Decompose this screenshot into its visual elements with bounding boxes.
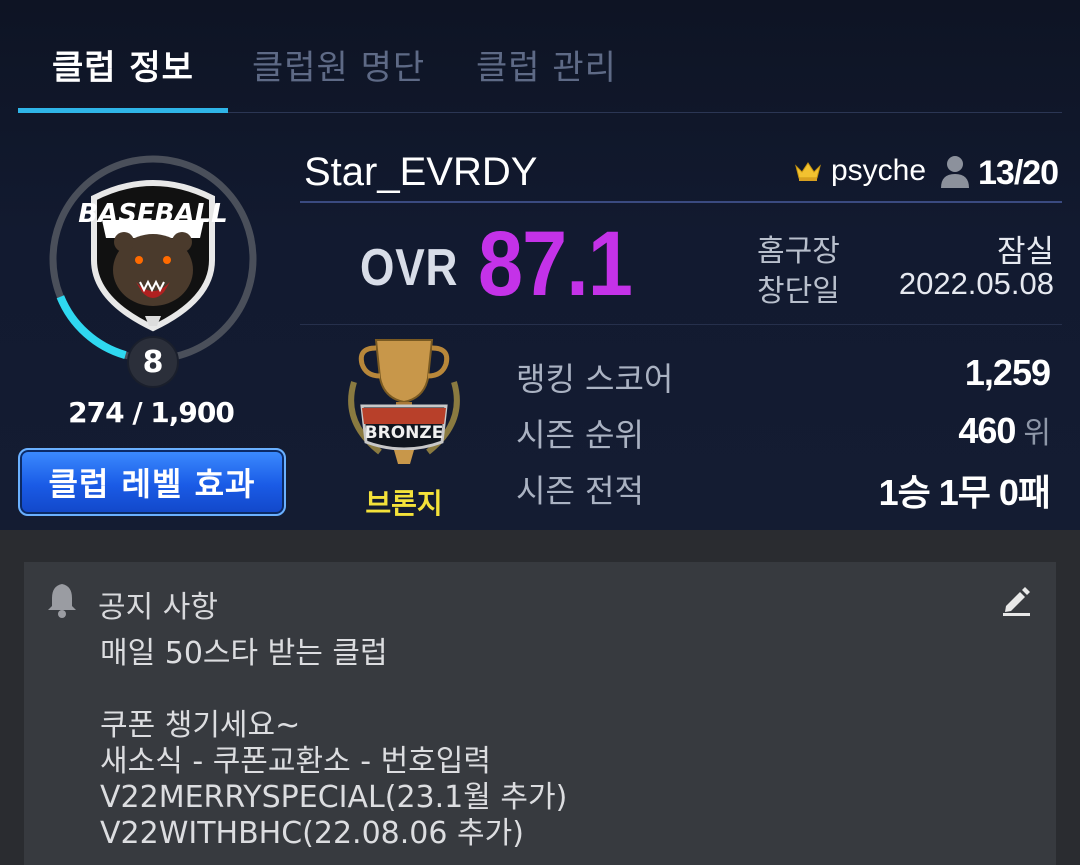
season-rank-value: 460 위 <box>958 408 1051 452</box>
club-master-name: psyche <box>831 154 927 187</box>
ranking-score-number: 1,259 <box>964 352 1051 393</box>
tier-badge-text: BRONZE <box>365 423 444 443</box>
home-stadium-label: 홈구장 <box>757 234 840 269</box>
emblem-text: BASEBALL <box>78 199 228 229</box>
season-record-text: 1승 1무 0패 <box>878 472 1051 513</box>
season-rank-unit: 위 <box>1023 417 1051 450</box>
bronze-trophy: BRONZE <box>348 339 460 464</box>
notice-line: 새소식 - 쿠폰교환소 - 번호입력 <box>100 744 491 779</box>
club-level-badge: 8 <box>127 336 179 388</box>
tab-member-list[interactable]: 클럽원 명단 <box>252 40 425 89</box>
name-divider <box>300 201 1062 203</box>
tab-club-management[interactable]: 클럽 관리 <box>476 40 617 89</box>
member-count: 13/20 <box>978 154 1059 192</box>
stats-divider <box>300 324 1062 325</box>
club-emblem: BASEBALL <box>78 180 228 332</box>
home-stadium-value: 잠실 <box>996 234 1054 269</box>
notice-body: 매일 50스타 받는 클럽 쿠폰 챙기세요~ 새소식 - 쿠폰교환소 - 번호입… <box>100 636 1000 852</box>
person-icon <box>941 156 969 188</box>
season-record-label: 시즌 전적 <box>516 472 644 510</box>
tier-name: 브론지 <box>365 487 443 520</box>
club-name: Star_EVRDY <box>304 150 538 194</box>
bell-icon <box>48 584 76 618</box>
crown-icon <box>795 162 821 181</box>
ovr-label: OVR <box>360 239 459 297</box>
club-level-effect-button[interactable]: 클럽 레벨 효과 <box>18 448 286 516</box>
notice-title: 공지 사항 <box>98 590 218 625</box>
founded-date-value: 2022.05.08 <box>898 266 1054 301</box>
notice-line: V22WITHBHC(22.08.06 추가) <box>100 816 524 851</box>
ranking-score-label: 랭킹 스코어 <box>516 360 674 398</box>
tab-divider <box>228 112 1062 113</box>
notice-line: 매일 50스타 받는 클럽 <box>100 636 388 671</box>
edit-icon[interactable] <box>1000 584 1032 616</box>
season-record-value: 1승 1무 0패 <box>878 464 1051 516</box>
tab-club-info[interactable]: 클럽 정보 <box>52 40 194 89</box>
club-xp-text: 274 / 1,900 <box>68 396 235 429</box>
notice-line <box>100 672 1000 708</box>
active-tab-indicator <box>18 108 228 113</box>
notice-line: 쿠폰 챙기세요~ <box>100 708 301 743</box>
season-rank-label: 시즌 순위 <box>516 416 644 454</box>
notice-line: V22MERRYSPECIAL(23.1월 추가) <box>100 780 568 815</box>
ranking-score-value: 1,259 <box>964 352 1051 394</box>
season-rank-number: 460 <box>958 410 1016 451</box>
founded-date-label: 창단일 <box>757 274 840 309</box>
ovr-value: 87.1 <box>478 213 633 315</box>
